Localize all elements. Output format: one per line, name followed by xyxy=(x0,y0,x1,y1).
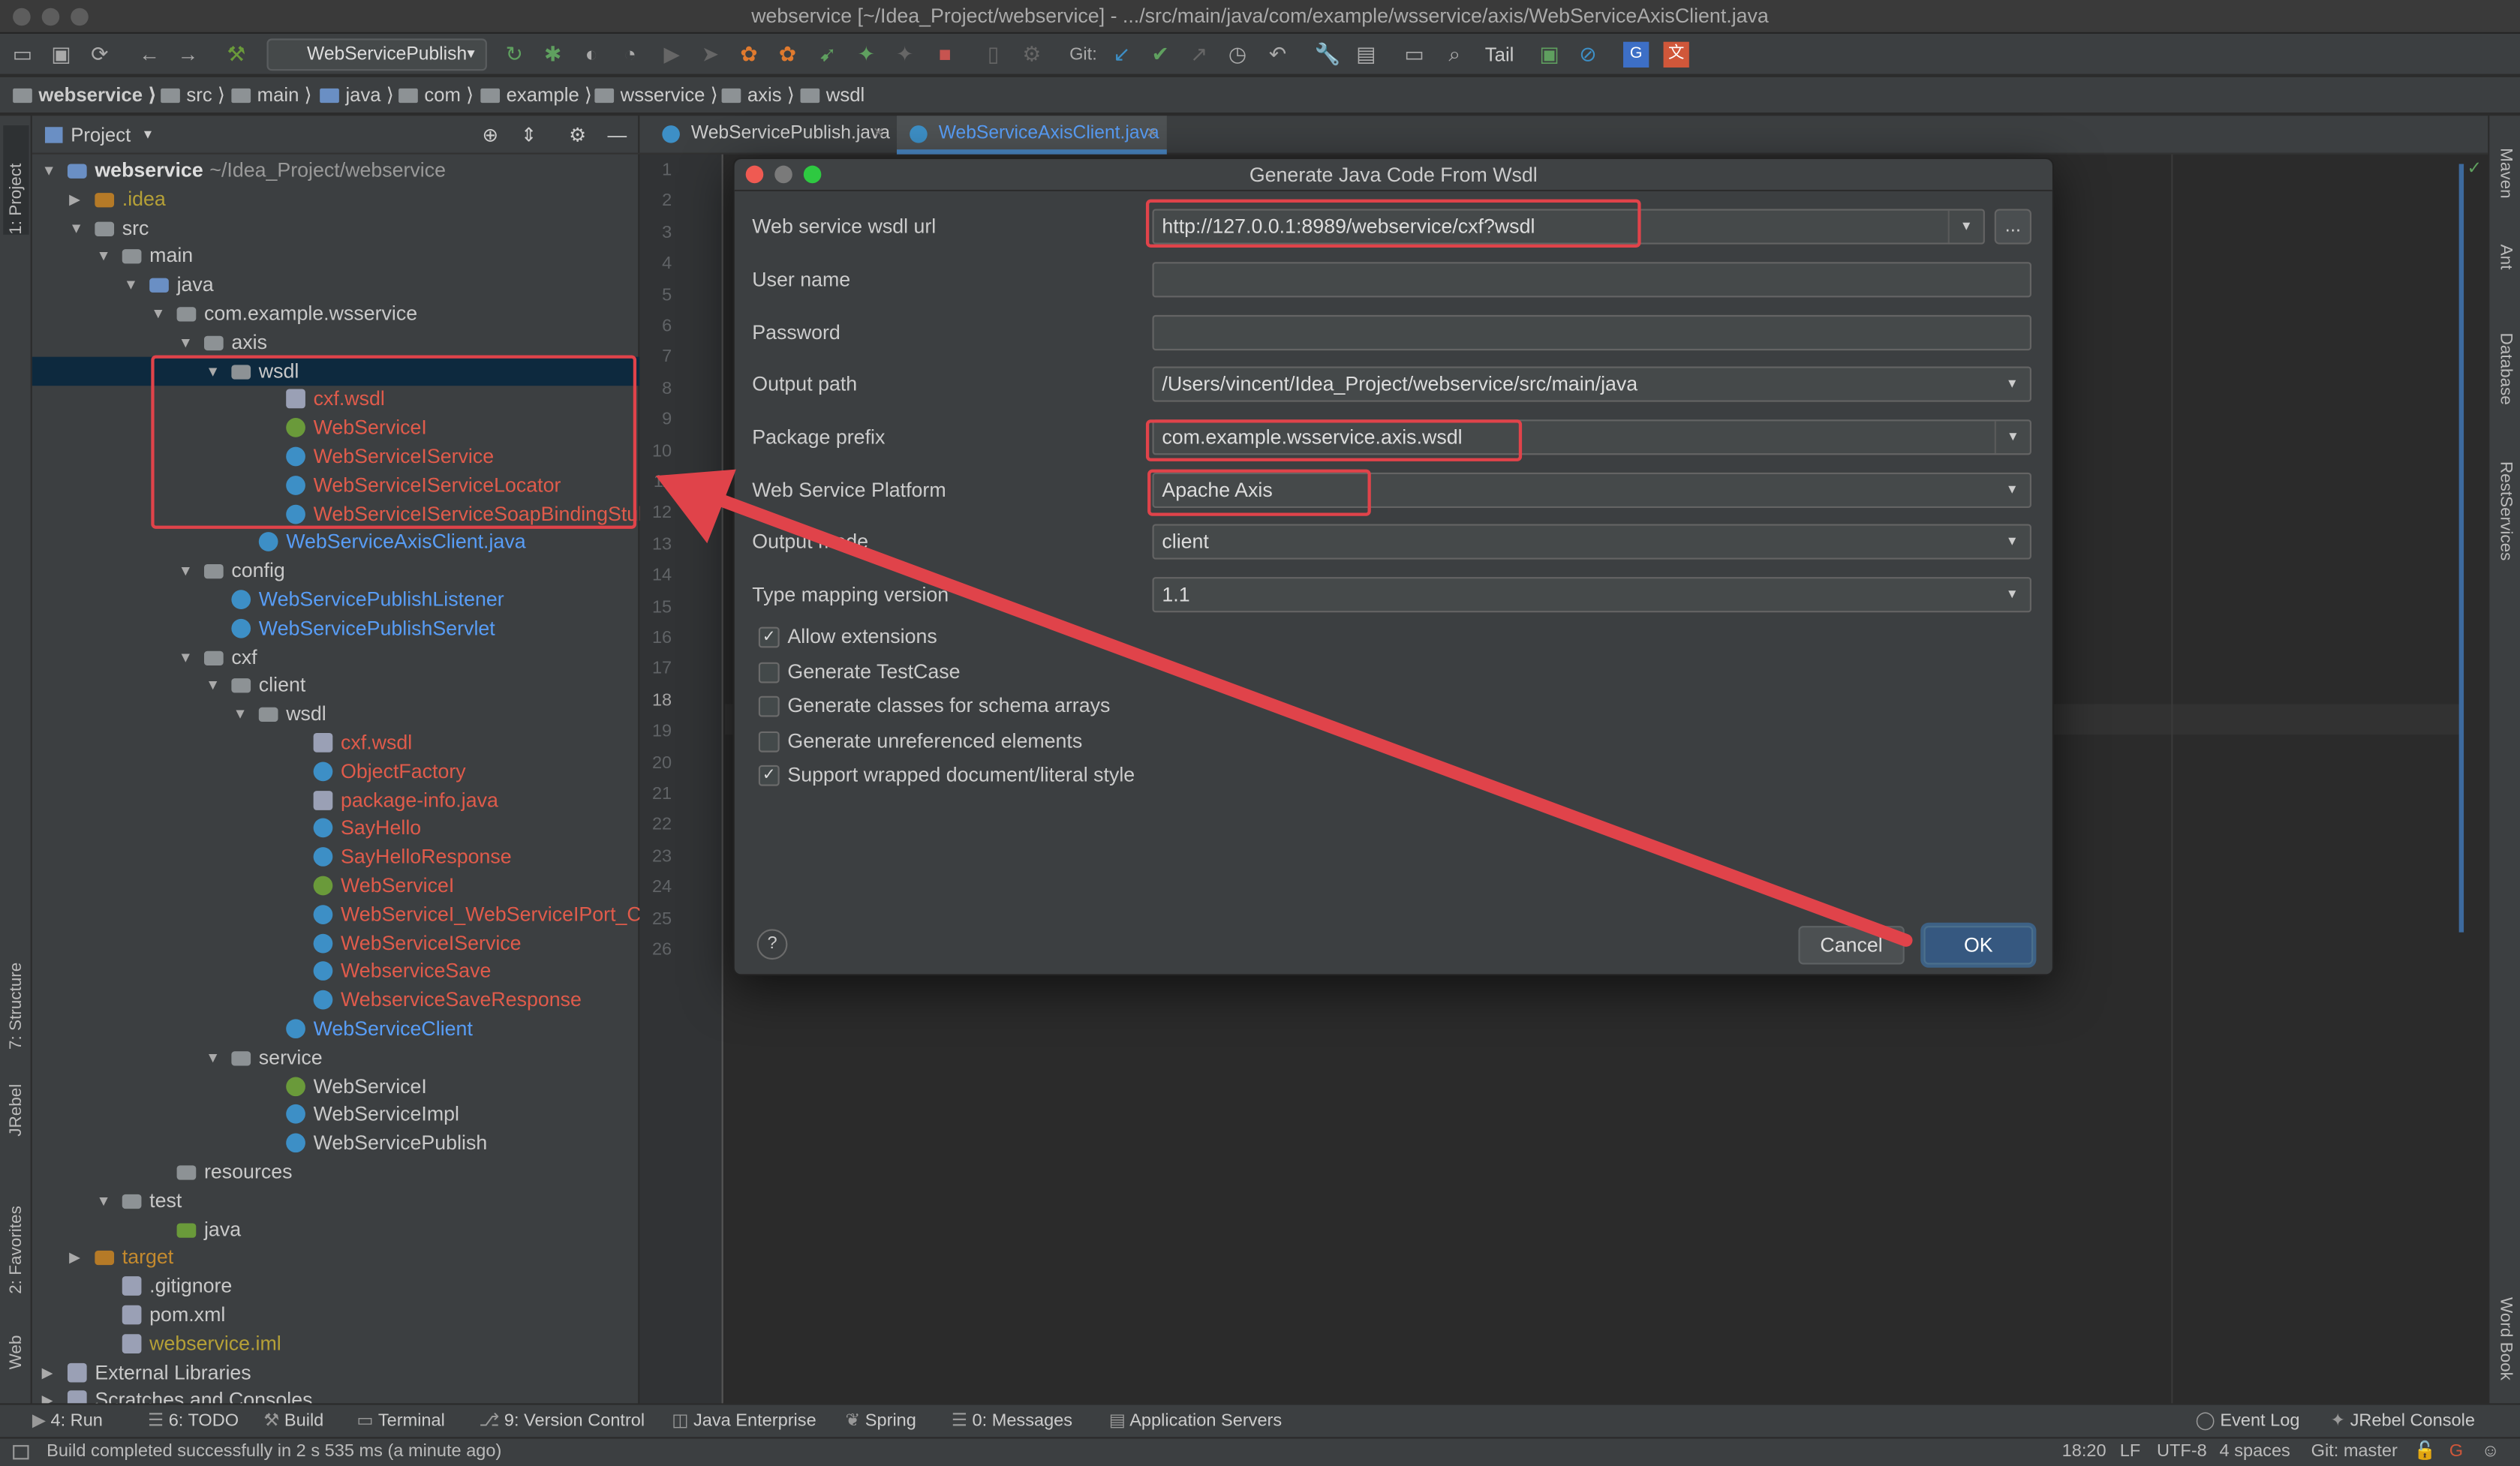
bottom-tab[interactable]: ☰ 0: Messages xyxy=(952,1405,1072,1437)
run-icon: ▶ xyxy=(32,1411,51,1431)
bottom-tab-label: Spring xyxy=(865,1411,916,1431)
bottom-tab[interactable]: ✦ JRebel Console xyxy=(2330,1405,2475,1437)
git-branch[interactable]: Git: master xyxy=(2311,1439,2398,1466)
bottom-tab-label: Event Log xyxy=(2220,1411,2300,1431)
bottom-tab-label: Java Enterprise xyxy=(693,1411,816,1431)
bottom-tab-label: Application Servers xyxy=(1129,1411,1283,1431)
bottom-tab-label: JRebel Console xyxy=(2350,1411,2475,1431)
ide-window: webservice [~/Idea_Project/webservice] -… xyxy=(0,0,2520,1466)
version-control-icon: ⎇ xyxy=(479,1411,504,1431)
status-message: Build completed successfully in 2 s 535 … xyxy=(47,1441,502,1461)
messages-icon: ☰ xyxy=(951,1411,973,1431)
tool-window-bar: ▶ 4: Run ☰ 6: TODO ⚒ Build ▭ Terminal ⎇ 9: V… xyxy=(0,1403,2520,1437)
google-icon[interactable]: G xyxy=(2449,1439,2463,1466)
bottom-tab[interactable]: ◯ Event Log xyxy=(2195,1405,2299,1437)
bottom-tab[interactable]: ◫ Java Enterprise xyxy=(672,1405,816,1437)
file-encoding[interactable]: UTF-8 xyxy=(2157,1439,2207,1466)
indent-setting[interactable]: 4 spaces xyxy=(2220,1439,2290,1466)
app-servers-icon: ▤ xyxy=(1108,1411,1130,1431)
status-bar: Build completed successfully in 2 s 535 … xyxy=(0,1437,2520,1466)
bottom-tab-label: 4: Run xyxy=(50,1411,103,1431)
spring-icon: ❦ xyxy=(845,1411,865,1431)
line-separator[interactable]: LF xyxy=(2120,1439,2141,1466)
todo-icon: ☰ xyxy=(148,1411,169,1431)
terminal-icon: ▭ xyxy=(356,1411,378,1431)
bottom-tab[interactable]: ▶ 4: Run xyxy=(32,1405,103,1437)
bottom-tab-label: 0: Messages xyxy=(972,1411,1073,1431)
bottom-tab[interactable]: ☰ 6: TODO xyxy=(148,1405,239,1437)
bottom-tab-label: 6: TODO xyxy=(168,1411,239,1431)
bottom-tab[interactable]: ❦ Spring xyxy=(845,1405,916,1437)
event-log-icon: ◯ xyxy=(2195,1411,2221,1431)
status-square-icon[interactable] xyxy=(13,1445,29,1460)
bottom-tab-label: 9: Version Control xyxy=(504,1411,645,1431)
jrebel-console-icon: ✦ xyxy=(2330,1411,2350,1431)
bottom-tab-label: Terminal xyxy=(377,1411,445,1431)
notifications-icon[interactable]: ☺ xyxy=(2482,1439,2500,1466)
annotation-arrow xyxy=(655,469,1913,947)
cursor-position[interactable]: 18:20 xyxy=(2062,1439,2107,1466)
bottom-tab[interactable]: ▭ Terminal xyxy=(356,1405,444,1437)
java-enterprise-icon: ◫ xyxy=(672,1411,693,1431)
lock-icon[interactable]: 🔓 xyxy=(2414,1439,2436,1466)
bottom-tab-label: Build xyxy=(284,1411,324,1431)
build-icon: ⚒ xyxy=(263,1411,284,1431)
bottom-tab[interactable]: ⚒ Build xyxy=(263,1405,323,1437)
bottom-tab[interactable]: ▤ Application Servers xyxy=(1109,1405,1282,1437)
bottom-tab[interactable]: ⎇ 9: Version Control xyxy=(479,1405,645,1437)
